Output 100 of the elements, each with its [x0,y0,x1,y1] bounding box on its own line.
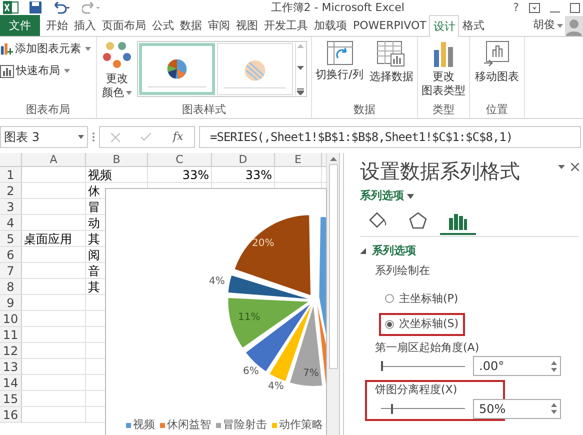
table-cell: 音 [88,263,100,278]
window-title: 工作簿2 - Microsoft Excel [270,2,404,13]
table-cell: 桌面应用 [24,231,72,246]
field-label: 第一扇区起始角度(A) [375,340,480,356]
ribbon-tab[interactable]: 视图 [233,15,261,36]
table-cell: 视频 [88,167,112,182]
name-box[interactable]: 图表 3 [0,126,88,148]
table-cell: 33% [182,167,209,182]
group-label: 图表布局 [26,104,70,115]
spin-arrows-icon[interactable] [551,403,557,414]
avatar-icon[interactable] [565,16,583,36]
pie-slice[interactable] [317,305,326,384]
table-cell: 动 [88,215,100,230]
pentagon-icon [408,212,428,230]
data-label: 7% [303,369,319,379]
column-header[interactable]: A [50,153,58,166]
caret-icon[interactable] [78,135,84,139]
data-label: 4% [209,277,225,287]
formula-field[interactable]: =SERIES(,Sheet1!$B$1:$B$8,Sheet1!$C$1:$C$8,1) [199,126,581,148]
account-button[interactable]: 胡俊 [531,15,557,36]
ribbon-tab[interactable]: 审阅 [205,15,233,36]
caret-icon[interactable] [557,24,563,28]
bar-chart-icon [432,41,454,67]
ribbon-command[interactable]: 选择数据 [368,41,414,84]
column-header[interactable]: E [294,153,302,166]
pie-slice[interactable] [228,276,308,299]
ribbon-tab[interactable]: 格式 [459,15,488,36]
slider-track[interactable] [381,402,465,414]
ribbon-tab[interactable]: 文件 [0,15,40,36]
caret-icon[interactable] [558,164,565,170]
chart-style-thumbnail[interactable] [217,43,293,95]
section-heading[interactable]: 系列选项 [372,242,416,259]
switch-row-column-icon [326,41,352,65]
spin-field[interactable]: .00° [473,356,561,376]
move-chart-icon [484,41,510,67]
caret-icon [126,90,132,95]
ribbon-tab[interactable]: 页面布局 [99,15,149,36]
ribbon-tab[interactable]: 设计 [429,15,460,37]
data-label: 4% [268,382,284,392]
radio-button[interactable] [385,320,394,329]
group-label: 位置 [486,104,508,115]
ribbon-command[interactable]: 添加图表元素 [0,39,96,59]
undo-icon[interactable] [52,2,72,14]
spin-arrows-icon[interactable] [551,360,557,372]
ribbon-command[interactable]: 移动图表 [474,41,520,84]
data-label: 20% [252,239,274,249]
maximize-icon[interactable] [570,2,580,12]
scroll-down-icon[interactable] [297,66,304,70]
ribbon-command[interactable]: 切换行/列 [314,41,364,82]
ribbon-tab[interactable]: 数据 [177,15,205,36]
table-cell: 阅 [88,247,100,262]
scroll-up-icon[interactable] [330,156,336,161]
slider-thumb[interactable] [391,404,394,414]
ribbon-command[interactable]: 更改 图表类型 [420,41,466,98]
chart-style-thumbnail[interactable] [139,43,215,95]
radio-button[interactable] [385,294,394,304]
help-button[interactable]: ? [513,2,519,13]
ribbon-tab[interactable]: 开始 [43,15,71,36]
radio-label[interactable]: 主坐标轴(P) [399,290,458,307]
save-icon[interactable] [29,1,42,14]
pane-title: 设置数据系列格式 [360,159,520,183]
slider-track[interactable] [381,360,465,372]
data-label: 11% [238,313,260,323]
caret-icon [85,47,91,51]
bar-chart-icon [448,212,468,230]
ribbon-command[interactable]: 更改 颜色 [101,41,133,100]
pie-slice[interactable] [319,217,326,334]
ribbon-tab[interactable]: 插入 [71,15,99,36]
column-header[interactable]: C [176,153,184,166]
ribbon-display-icon[interactable] [529,2,540,12]
table-cell: 33% [245,167,272,182]
table-cell: 其 [88,279,100,294]
options-dropdown[interactable]: 系列选项 [360,188,414,204]
field-label: 饼图分离程度(X) [375,382,458,398]
ribbon-tab[interactable]: 开发工具 [261,15,311,36]
chart-area[interactable]: 20% 4% 11% 6% 4% 7% 视频 休闲益智 冒险射击 动作策略 [105,188,327,435]
column-header[interactable]: D [238,153,248,166]
close-icon[interactable] [571,163,579,171]
quick-layout-icon [0,64,14,78]
caret-icon [64,69,70,73]
ribbon-command[interactable]: 快速布局 [0,61,96,81]
data-label: 6% [243,367,259,377]
insert-function-button[interactable]: fx [172,128,184,146]
more-styles-icon[interactable] [297,88,304,95]
collapse-icon[interactable] [360,248,366,254]
color-palette-icon [102,41,132,69]
ribbon-tab[interactable]: 公式 [149,15,177,36]
spin-field[interactable]: 50% [473,398,561,418]
group-label: 图表样式 [182,104,226,115]
ribbon-tab[interactable]: 加载项 [311,15,350,36]
radio-label[interactable]: 次坐标轴(S) [399,316,459,332]
scrollbar-thumb[interactable] [328,164,338,369]
pie-slice[interactable] [234,215,310,296]
legend-label: 动作策略 [279,417,323,433]
group-label: 类型 [432,104,454,115]
pie-slice[interactable] [228,298,308,348]
drag-handle-icon[interactable] [92,132,95,142]
ribbon-tab[interactable]: POWERPIVOT [350,15,430,36]
pie-slice[interactable] [290,306,322,386]
column-header[interactable]: B [112,153,120,166]
